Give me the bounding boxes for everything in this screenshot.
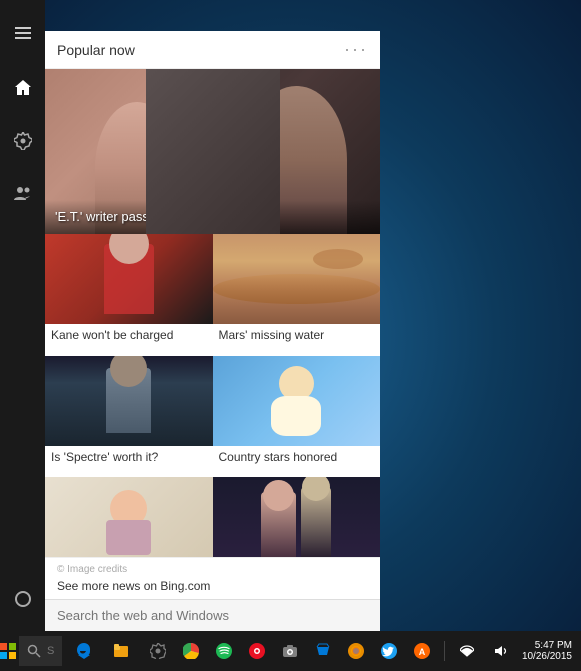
circle-icon xyxy=(14,590,32,608)
taskbar-system-icons: A 5:47 PM 10/26/2015 xyxy=(176,631,581,671)
taskbar-clock[interactable]: 5:47 PM 10/26/2015 xyxy=(518,640,576,662)
nav-people[interactable] xyxy=(0,171,45,216)
taskbar-search-input[interactable] xyxy=(47,645,54,657)
article-child[interactable]: Found after 13 years xyxy=(45,477,213,557)
nav-home[interactable] xyxy=(0,65,45,110)
search-input[interactable] xyxy=(57,608,368,623)
article-spectre[interactable]: Is 'Spectre' worth it? xyxy=(45,356,213,478)
hero-image: 'E.T.' writer passes xyxy=(45,69,380,234)
taskbar-store-icon[interactable] xyxy=(308,631,338,671)
more-options-button[interactable]: ··· xyxy=(344,39,368,60)
article-caption-country: Country stars honored xyxy=(213,446,381,470)
hero-article[interactable]: 'E.T.' writer passes xyxy=(45,69,380,234)
taskbar-apps xyxy=(67,631,176,671)
gear-icon xyxy=(14,132,32,150)
news-footer: © Image credits See more news on Bing.co… xyxy=(45,557,380,599)
see-more-link[interactable]: See more news on Bing.com xyxy=(57,579,368,593)
taskbar-network-icon[interactable] xyxy=(452,631,482,671)
windows-logo-icon xyxy=(0,643,16,659)
start-panel xyxy=(0,0,45,631)
article-mars[interactable]: Mars' missing water xyxy=(213,234,381,356)
taskbar-twitter-icon[interactable] xyxy=(374,631,404,671)
home-icon xyxy=(14,79,32,97)
taskbar-divider xyxy=(444,641,445,661)
taskbar-date: 10/26/2015 xyxy=(522,651,572,662)
taskbar-settings-icon[interactable] xyxy=(141,631,176,671)
taskbar-firefox-icon[interactable] xyxy=(341,631,371,671)
news-content: 'E.T.' writer passes Kane won't be xyxy=(45,69,380,557)
taskbar-chrome-icon[interactable] xyxy=(176,631,206,671)
taskbar-start-button[interactable] xyxy=(0,631,16,671)
nav-settings[interactable] xyxy=(0,118,45,163)
article-image-mars xyxy=(213,234,381,324)
hamburger-icon xyxy=(15,27,31,39)
desktop: Popular now ··· xyxy=(0,0,581,671)
taskbar-explorer-icon[interactable] xyxy=(104,631,139,671)
panel-title: Popular now xyxy=(57,42,135,58)
svg-text:A: A xyxy=(419,647,426,657)
taskbar-search-icon xyxy=(27,644,41,658)
article-image-kane xyxy=(45,234,213,324)
people-icon xyxy=(14,185,32,203)
taskbar: A 5:47 PM 10/26/2015 xyxy=(0,631,581,671)
taskbar-volume-icon[interactable] xyxy=(485,631,515,671)
article-caption-kane: Kane won't be charged xyxy=(45,324,213,348)
taskbar-spotify-icon[interactable] xyxy=(209,631,239,671)
search-bar xyxy=(45,599,380,631)
article-caption-mars: Mars' missing water xyxy=(213,324,381,348)
image-credits: © Image credits xyxy=(57,564,368,575)
hero-overlay: 'E.T.' writer passes xyxy=(45,200,380,234)
taskbar-groove-icon[interactable] xyxy=(242,631,272,671)
nav-circle[interactable] xyxy=(0,576,45,621)
hamburger-menu[interactable] xyxy=(0,10,45,55)
news-header: Popular now ··· xyxy=(45,31,380,69)
taskbar-search-box[interactable] xyxy=(19,636,62,666)
taskbar-extra-icon[interactable]: A xyxy=(407,631,437,671)
taskbar-edge-icon[interactable] xyxy=(67,631,102,671)
article-country[interactable]: Country stars honored xyxy=(213,356,381,478)
article-image-country xyxy=(213,356,381,446)
taskbar-camera-icon[interactable] xyxy=(275,631,305,671)
article-kane[interactable]: Kane won't be charged xyxy=(45,234,213,356)
article-image-child xyxy=(45,477,213,557)
news-panel: Popular now ··· xyxy=(45,31,380,631)
articles-grid: Kane won't be charged Mars' missing wate… xyxy=(45,234,380,557)
article-image-spectre xyxy=(45,356,213,446)
article-caption-spectre: Is 'Spectre' worth it? xyxy=(45,446,213,470)
article-image-love xyxy=(213,477,381,557)
hero-caption: 'E.T.' writer passes xyxy=(55,209,163,224)
article-love[interactable]: 'Love that never dies' xyxy=(213,477,381,557)
taskbar-time: 5:47 PM xyxy=(535,640,572,651)
